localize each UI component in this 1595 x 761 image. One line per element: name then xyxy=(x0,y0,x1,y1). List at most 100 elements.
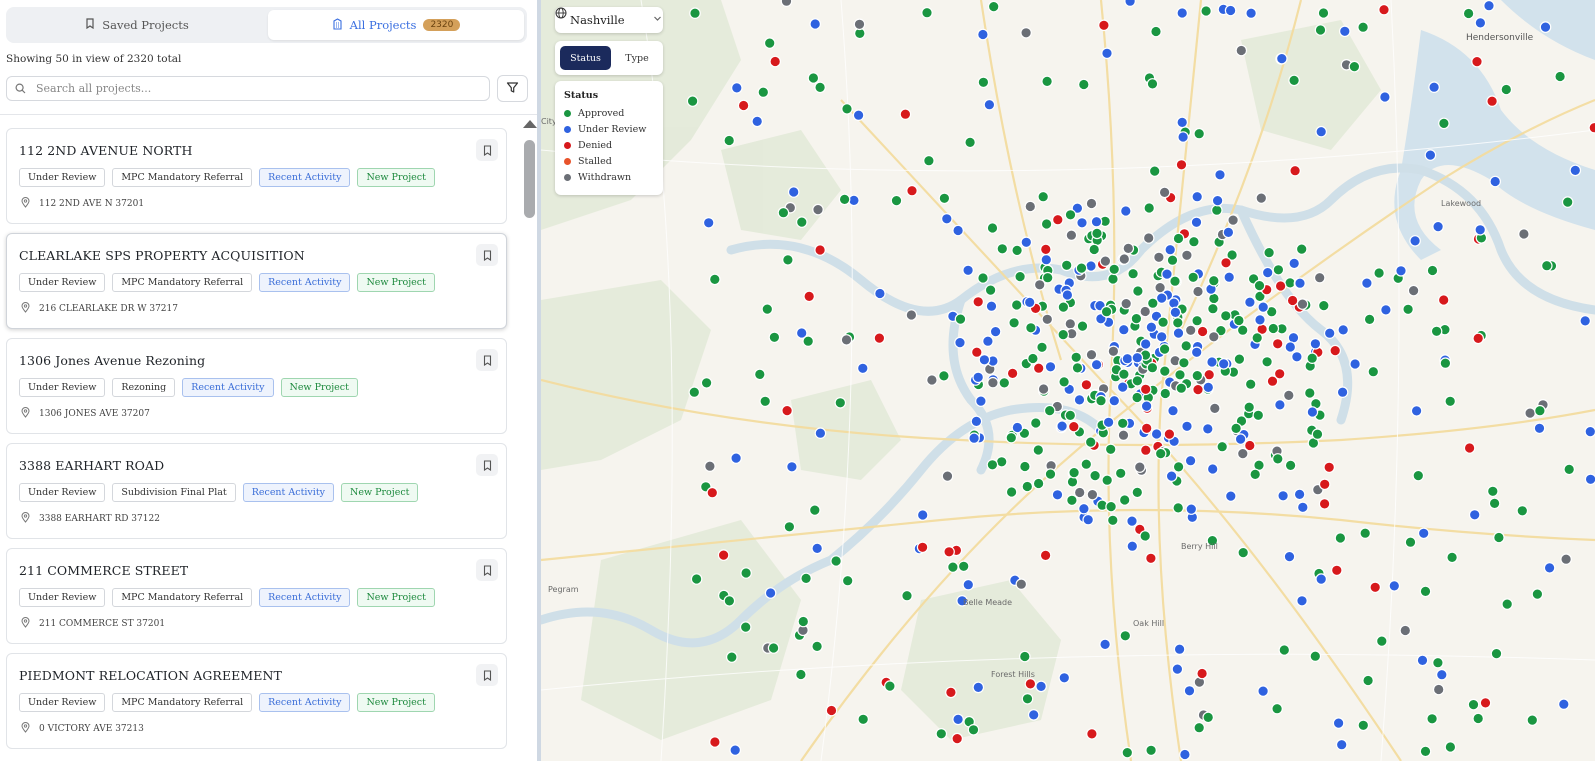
project-marker[interactable] xyxy=(856,362,869,375)
project-marker[interactable] xyxy=(1267,322,1280,335)
project-marker[interactable] xyxy=(1060,259,1073,272)
project-marker[interactable] xyxy=(1288,257,1300,270)
project-marker[interactable] xyxy=(1348,60,1361,73)
project-marker[interactable] xyxy=(1132,285,1144,297)
project-marker[interactable] xyxy=(688,386,701,398)
project-marker[interactable] xyxy=(1119,205,1132,217)
project-marker[interactable] xyxy=(1278,644,1291,656)
project-marker[interactable] xyxy=(1116,381,1129,393)
project-marker[interactable] xyxy=(1117,429,1130,441)
project-marker[interactable] xyxy=(938,370,950,382)
project-marker[interactable] xyxy=(1303,387,1316,399)
project-marker[interactable] xyxy=(1190,346,1203,359)
project-marker[interactable] xyxy=(1261,266,1274,279)
project-marker[interactable] xyxy=(1412,469,1425,482)
project-marker[interactable] xyxy=(730,452,742,464)
project-marker[interactable] xyxy=(975,395,987,407)
project-marker[interactable] xyxy=(1191,369,1204,382)
project-marker[interactable] xyxy=(1139,383,1152,396)
project-marker[interactable] xyxy=(1100,305,1113,318)
project-marker[interactable] xyxy=(873,332,886,344)
project-marker[interactable] xyxy=(1180,340,1192,352)
project-marker[interactable] xyxy=(1432,656,1444,669)
project-marker[interactable] xyxy=(825,704,838,717)
project-marker[interactable] xyxy=(1039,243,1052,256)
project-marker[interactable] xyxy=(1107,273,1119,285)
project-marker[interactable] xyxy=(952,224,964,237)
project-marker[interactable] xyxy=(1230,422,1242,435)
project-marker[interactable] xyxy=(807,72,820,84)
project-marker[interactable] xyxy=(1272,263,1285,276)
project-marker[interactable] xyxy=(1099,638,1111,651)
project-marker[interactable] xyxy=(1163,428,1176,440)
tab-all-projects[interactable]: All Projects 2320 xyxy=(268,10,524,40)
project-marker[interactable] xyxy=(1075,262,1088,274)
project-card[interactable]: 1306 Jones Avenue Rezoning Under Review … xyxy=(6,338,507,434)
project-marker[interactable] xyxy=(1271,702,1283,715)
project-marker[interactable] xyxy=(1116,417,1129,430)
project-marker[interactable] xyxy=(1375,635,1388,647)
project-marker[interactable] xyxy=(957,560,970,573)
project-marker[interactable] xyxy=(1140,400,1153,412)
bookmark-button[interactable] xyxy=(476,349,498,371)
project-marker[interactable] xyxy=(1192,285,1204,298)
project-marker[interactable] xyxy=(1534,404,1546,417)
project-marker[interactable] xyxy=(1176,7,1188,19)
project-marker[interactable] xyxy=(841,103,853,115)
project-marker[interactable] xyxy=(977,28,989,41)
project-marker[interactable] xyxy=(1035,680,1047,693)
project-marker[interactable] xyxy=(1133,461,1146,473)
project-marker[interactable] xyxy=(1172,461,1185,473)
project-marker[interactable] xyxy=(686,95,699,107)
project-marker[interactable] xyxy=(1057,328,1069,341)
project-marker[interactable] xyxy=(1118,368,1130,380)
project-marker[interactable] xyxy=(729,744,741,756)
project-marker[interactable] xyxy=(706,486,719,499)
project-marker[interactable] xyxy=(1318,498,1331,510)
project-marker[interactable] xyxy=(1323,327,1336,339)
project-marker[interactable] xyxy=(1127,267,1139,280)
project-marker[interactable] xyxy=(935,727,948,740)
project-marker[interactable] xyxy=(1584,473,1595,486)
project-marker[interactable] xyxy=(1288,74,1300,87)
project-marker[interactable] xyxy=(1080,378,1093,391)
project-marker[interactable] xyxy=(1088,243,1100,256)
project-card[interactable]: PIEDMONT RELOCATION AGREEMENT Under Revi… xyxy=(6,653,507,749)
project-marker[interactable] xyxy=(1338,25,1351,38)
project-marker[interactable] xyxy=(777,206,790,219)
project-marker[interactable] xyxy=(1051,213,1064,226)
project-marker[interactable] xyxy=(1588,121,1595,134)
location-selector[interactable]: Nashville xyxy=(555,7,663,33)
project-marker[interactable] xyxy=(1177,131,1189,143)
project-marker[interactable] xyxy=(985,300,998,312)
project-marker[interactable] xyxy=(968,432,980,444)
project-marker[interactable] xyxy=(1207,302,1219,315)
project-marker[interactable] xyxy=(1233,353,1246,365)
project-marker[interactable] xyxy=(709,273,721,286)
project-marker[interactable] xyxy=(1363,313,1376,326)
project-marker[interactable] xyxy=(1037,383,1050,395)
project-marker[interactable] xyxy=(1157,316,1169,328)
project-marker[interactable] xyxy=(1146,361,1159,374)
project-marker[interactable] xyxy=(1379,91,1391,103)
project-marker[interactable] xyxy=(1073,394,1086,406)
project-marker[interactable] xyxy=(787,186,800,198)
project-marker[interactable] xyxy=(1486,485,1499,498)
project-marker[interactable] xyxy=(1214,169,1226,181)
project-marker[interactable] xyxy=(1131,391,1143,404)
project-marker[interactable] xyxy=(1122,242,1135,255)
project-marker[interactable] xyxy=(1161,268,1173,280)
project-marker[interactable] xyxy=(1150,25,1162,38)
project-marker[interactable] xyxy=(1021,480,1034,493)
project-marker[interactable] xyxy=(1145,321,1158,333)
project-marker[interactable] xyxy=(1051,488,1064,501)
project-card[interactable]: 112 2ND AVENUE NORTH Under Review MPC Ma… xyxy=(6,128,507,224)
project-marker[interactable] xyxy=(1041,271,1054,284)
project-marker[interactable] xyxy=(1119,629,1132,642)
project-marker[interactable] xyxy=(764,587,777,599)
project-marker[interactable] xyxy=(1426,264,1439,277)
project-marker[interactable] xyxy=(830,555,842,567)
project-marker[interactable] xyxy=(1032,444,1045,456)
project-marker[interactable] xyxy=(1192,383,1204,396)
project-marker[interactable] xyxy=(1184,324,1197,337)
